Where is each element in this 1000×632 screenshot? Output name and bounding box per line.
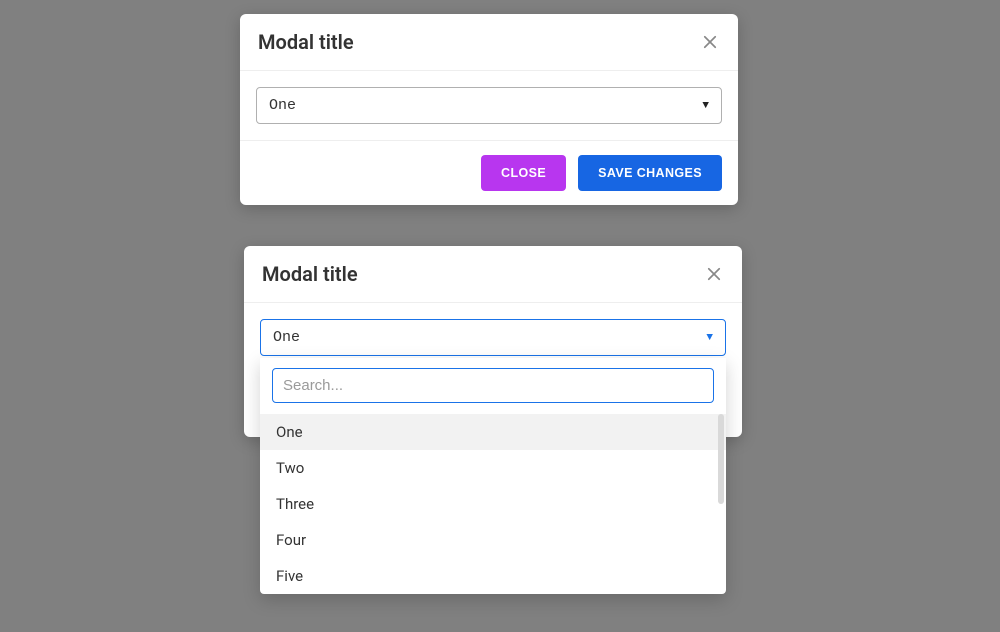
scrollbar[interactable] — [718, 414, 724, 504]
select-input[interactable]: One ▼ — [260, 319, 726, 356]
dropdown-item[interactable]: Five — [260, 558, 726, 594]
dropdown-search-wrap — [260, 368, 726, 413]
dropdown-item[interactable]: One — [260, 414, 726, 450]
modal-open: Modal title One ▼ One Two Three Four — [244, 246, 742, 437]
dropdown-item[interactable]: Three — [260, 486, 726, 522]
modal-body: One ▼ — [240, 71, 738, 140]
modal-header: Modal title — [240, 14, 738, 71]
select-value: One — [269, 97, 296, 114]
search-input[interactable] — [272, 368, 714, 403]
select-wrap: One ▼ — [256, 87, 722, 124]
close-button[interactable]: Close — [481, 155, 566, 191]
chevron-down-icon: ▼ — [702, 100, 709, 112]
select-dropdown: One Two Three Four Five — [260, 358, 726, 594]
save-changes-button[interactable]: Save Changes — [578, 155, 722, 191]
select-value: One — [273, 329, 300, 346]
dropdown-item[interactable]: Two — [260, 450, 726, 486]
modal-title: Modal title — [262, 262, 358, 286]
dropdown-list[interactable]: One Two Three Four Five — [260, 413, 726, 594]
modal-header: Modal title — [244, 246, 742, 303]
modal-title: Modal title — [258, 30, 354, 54]
modal-footer: Close Save Changes — [240, 140, 738, 205]
modal-closed: Modal title One ▼ Close Save Changes — [240, 14, 738, 205]
modal-body: One ▼ One Two Three Four Five — [244, 303, 742, 372]
dropdown-item[interactable]: Four — [260, 522, 726, 558]
select-input[interactable]: One ▼ — [256, 87, 722, 124]
close-icon[interactable] — [704, 264, 724, 284]
select-wrap: One ▼ One Two Three Four Five — [260, 319, 726, 356]
chevron-down-icon: ▼ — [706, 332, 713, 344]
close-icon[interactable] — [700, 32, 720, 52]
